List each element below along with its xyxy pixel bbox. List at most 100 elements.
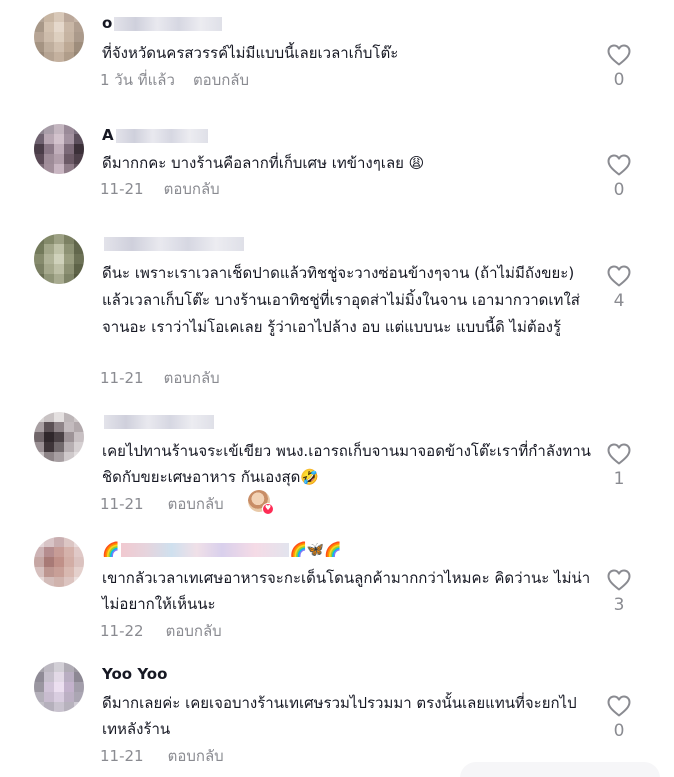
avatar-pixel <box>44 432 54 442</box>
reply-button[interactable]: ตอบกลับ <box>193 71 249 89</box>
avatar[interactable] <box>34 537 84 587</box>
avatar-pixel <box>74 144 84 154</box>
avatar-pixel <box>44 577 54 587</box>
avatar-pixel <box>64 432 74 442</box>
avatar-pixel <box>44 234 54 244</box>
comment-username[interactable]: A <box>102 126 208 144</box>
avatar-pixel <box>44 412 54 422</box>
avatar-pixel <box>34 567 44 577</box>
avatar-pixel <box>64 662 74 672</box>
reply-button[interactable]: ตอบกลับ <box>168 495 224 513</box>
avatar-pixel <box>34 452 44 462</box>
avatar-pixel <box>74 547 84 557</box>
reply-button[interactable]: ตอบกลับ <box>166 622 222 640</box>
like-count: 4 <box>613 291 625 311</box>
like-count: 1 <box>613 469 625 489</box>
avatar-pixel <box>64 547 74 557</box>
avatar-pixel <box>34 682 44 692</box>
avatar-pixel <box>74 672 84 682</box>
avatar-pixel <box>74 682 84 692</box>
avatar-pixel <box>74 12 84 22</box>
avatar-pixel <box>64 422 74 432</box>
avatar[interactable] <box>34 234 84 284</box>
avatar-pixel <box>54 244 64 254</box>
avatar-pixel <box>64 22 74 32</box>
avatar[interactable] <box>34 124 84 174</box>
avatar-pixel <box>44 557 54 567</box>
avatar-pixel <box>64 274 74 284</box>
avatar-pixel <box>64 164 74 174</box>
avatar-pixel <box>54 702 64 712</box>
avatar-pixel <box>64 452 74 462</box>
like-button[interactable]: 0 <box>604 44 634 90</box>
avatar-pixel <box>74 557 84 567</box>
avatar-pixel <box>74 412 84 422</box>
avatar-pixel <box>44 567 54 577</box>
comment-username[interactable]: o <box>102 14 223 32</box>
avatar-pixel <box>34 662 44 672</box>
comment-time: 11-21 <box>100 747 144 765</box>
avatar-pixel <box>44 547 54 557</box>
reply-button[interactable]: ตอบกลับ <box>164 369 220 387</box>
avatar-pixel <box>34 164 44 174</box>
comment-username[interactable] <box>102 234 244 252</box>
heart-outline-icon <box>607 265 631 287</box>
avatar-pixel <box>54 672 64 682</box>
avatar-pixel <box>64 234 74 244</box>
avatar-pixel <box>34 124 44 134</box>
comment-username[interactable]: Yoo Yoo <box>102 665 167 683</box>
avatar-pixel <box>64 442 74 452</box>
avatar-pixel <box>44 264 54 274</box>
like-count: 3 <box>613 595 625 615</box>
like-button[interactable]: 4 <box>604 265 634 311</box>
comment-text: เคยไปทานร้านจระเข้เขียว พนง.เอารถเก็บจาน… <box>102 442 591 486</box>
avatar-pixel <box>64 124 74 134</box>
like-button[interactable]: 1 <box>604 443 634 489</box>
comment-time: 11-21 <box>100 180 144 198</box>
like-count: 0 <box>613 70 625 90</box>
avatar-pixel <box>44 154 54 164</box>
avatar-pixel <box>34 154 44 164</box>
avatar-pixel <box>64 412 74 422</box>
avatar-pixel <box>34 12 44 22</box>
avatar-pixel <box>74 702 84 712</box>
comment-text: ที่จังหวัดนครสวรรค์ไม่มีแบบนี้เลยเวลาเก็… <box>102 44 399 62</box>
comment-meta: 11-22 ตอบกลับ <box>100 619 222 643</box>
avatar-pixel <box>64 682 74 692</box>
avatar-pixel <box>54 412 64 422</box>
like-button[interactable]: 0 <box>604 695 634 741</box>
avatar-pixel <box>74 22 84 32</box>
reply-button[interactable]: ตอบกลับ <box>164 180 220 198</box>
comment-meta: 11-21 ตอบกลับ <box>100 177 220 201</box>
avatar[interactable] <box>34 412 84 462</box>
comment-time: 11-21 <box>100 369 144 387</box>
avatar-pixel <box>74 537 84 547</box>
avatar-pixel <box>54 52 64 62</box>
avatar-pixel <box>54 692 64 702</box>
avatar-pixel <box>44 537 54 547</box>
avatar-pixel <box>54 164 64 174</box>
avatar-pixel <box>44 254 54 264</box>
avatar[interactable] <box>34 662 84 712</box>
comment-username[interactable] <box>102 412 214 430</box>
avatar-pixel <box>44 442 54 452</box>
avatar-pixel <box>34 702 44 712</box>
reply-button[interactable]: ตอบกลับ <box>168 747 224 765</box>
avatar-pixel <box>34 412 44 422</box>
like-count: 0 <box>613 180 625 200</box>
comment-time: 11-22 <box>100 622 144 640</box>
avatar-pixel <box>64 702 74 712</box>
avatar-pixel <box>34 537 44 547</box>
avatar[interactable] <box>34 12 84 62</box>
like-button[interactable]: 0 <box>604 154 634 200</box>
avatar-pixel <box>54 22 64 32</box>
avatar-pixel <box>74 432 84 442</box>
heart-outline-icon <box>607 443 631 465</box>
like-button[interactable]: 3 <box>604 569 634 615</box>
avatar-pixel <box>44 672 54 682</box>
avatar-pixel <box>34 244 44 254</box>
avatar-pixel <box>64 134 74 144</box>
avatar-pixel <box>64 692 74 702</box>
avatar-pixel <box>74 452 84 462</box>
comment-username[interactable]: 🌈 🌈🦋🌈 <box>102 540 342 558</box>
